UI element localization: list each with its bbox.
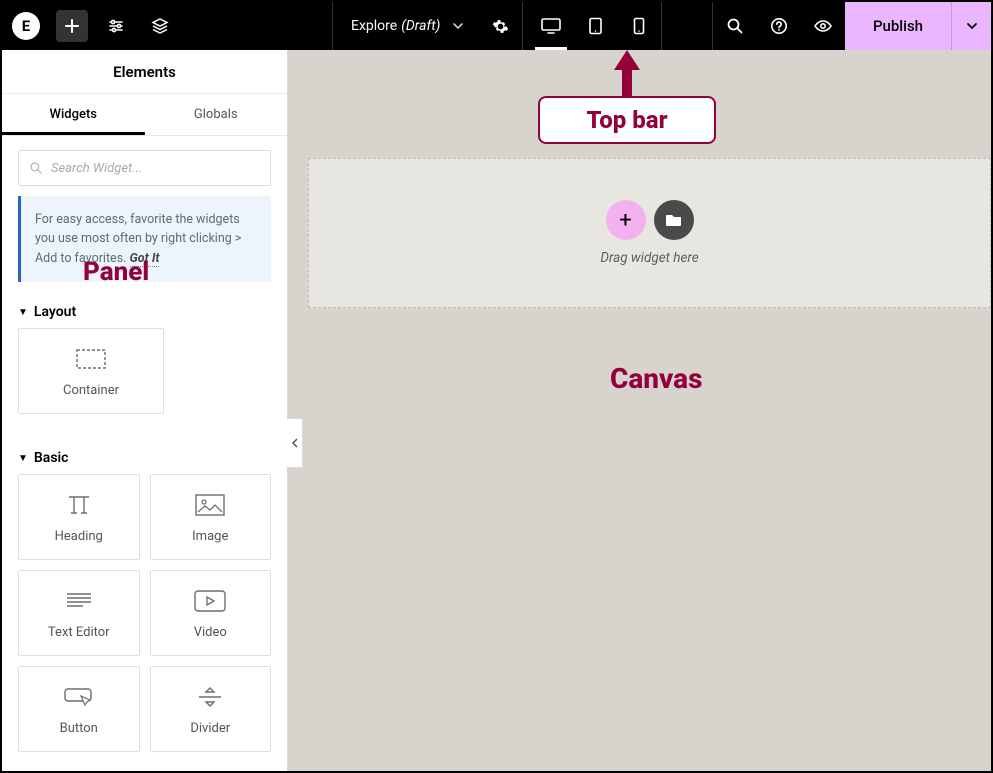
- device-tablet[interactable]: [573, 2, 617, 50]
- elementor-logo[interactable]: E: [2, 2, 50, 50]
- widget-video[interactable]: Video: [150, 570, 272, 656]
- mobile-icon: [633, 17, 645, 35]
- annotation-topbar: Top bar: [538, 50, 716, 144]
- eye-icon: [813, 17, 833, 35]
- search-widget-input[interactable]: [51, 161, 260, 176]
- button-icon: [63, 683, 95, 711]
- text-editor-icon: [65, 587, 93, 615]
- add-template-button[interactable]: [654, 200, 694, 240]
- caret-down-icon: ▼: [18, 453, 28, 464]
- widget-button-label: Button: [60, 721, 98, 736]
- widget-divider[interactable]: Divider: [150, 666, 272, 752]
- publish-button-label: Publish: [873, 17, 923, 35]
- video-icon: [194, 587, 226, 615]
- caret-down-icon: ▼: [18, 307, 28, 318]
- search-icon: [29, 161, 43, 175]
- tab-widgets[interactable]: Widgets: [2, 94, 145, 135]
- widget-image-label: Image: [192, 529, 228, 544]
- structure-button[interactable]: [138, 2, 182, 50]
- plus-icon: [64, 18, 80, 34]
- device-desktop[interactable]: [529, 2, 573, 50]
- section-basic-label: Basic: [34, 450, 69, 466]
- preview-button[interactable]: [801, 2, 845, 50]
- widget-text-editor[interactable]: Text Editor: [18, 570, 140, 656]
- side-panel: Elements Widgets Globals For easy access…: [2, 50, 288, 771]
- container-icon: [76, 345, 106, 373]
- top-bar: E Explore (Draft): [2, 2, 991, 50]
- elementor-logo-badge: E: [12, 12, 40, 40]
- chevron-down-icon: [452, 20, 464, 32]
- panel-collapse-handle[interactable]: [287, 418, 303, 468]
- tip-gotit-link[interactable]: Got It: [130, 251, 160, 267]
- widget-heading-label: Heading: [55, 529, 103, 544]
- panel-tabs: Widgets Globals: [2, 94, 287, 136]
- document-title-status: (Draft): [401, 18, 440, 34]
- divider-icon: [196, 683, 224, 711]
- widget-heading[interactable]: Heading: [18, 474, 140, 560]
- annotation-canvas: Canvas: [610, 362, 702, 395]
- plus-icon: +: [619, 208, 631, 233]
- drop-zone-hint: Drag widget here: [600, 250, 698, 266]
- folder-icon: [665, 212, 683, 228]
- tablet-icon: [588, 17, 603, 35]
- help-icon: [770, 17, 788, 35]
- device-mobile[interactable]: [617, 2, 661, 50]
- desktop-icon: [541, 17, 561, 35]
- page-settings-button[interactable]: [478, 2, 522, 50]
- editor-canvas[interactable]: + Drag widget here Top bar .anno-topbar{…: [288, 50, 991, 771]
- section-layout-toggle[interactable]: ▼ Layout: [2, 294, 287, 328]
- widget-text-editor-label: Text Editor: [48, 625, 110, 640]
- widget-image[interactable]: Image: [150, 474, 272, 560]
- sliders-icon: [107, 17, 125, 35]
- widget-divider-label: Divider: [190, 721, 230, 736]
- add-section-button[interactable]: +: [606, 200, 646, 240]
- search-icon: [726, 17, 744, 35]
- publish-button[interactable]: Publish: [845, 2, 951, 50]
- layers-icon: [151, 17, 169, 35]
- document-title-dropdown[interactable]: Explore (Draft): [333, 18, 478, 34]
- canvas-drop-zone[interactable]: + Drag widget here: [308, 158, 991, 308]
- widget-video-label: Video: [194, 625, 227, 640]
- gear-icon: [492, 18, 509, 35]
- chevron-left-icon: [291, 438, 299, 448]
- section-basic-toggle[interactable]: ▼ Basic: [2, 440, 287, 474]
- panel-title: Elements: [2, 50, 287, 94]
- site-settings-button[interactable]: [94, 2, 138, 50]
- section-layout-label: Layout: [34, 304, 76, 320]
- chevron-down-icon: [966, 20, 978, 32]
- add-element-button[interactable]: [56, 10, 88, 42]
- document-title-name: Explore: [351, 18, 397, 34]
- topbar-center-group: Explore (Draft): [332, 2, 662, 50]
- finder-button[interactable]: [713, 2, 757, 50]
- widget-container-label: Container: [63, 383, 119, 398]
- favorites-tip: For easy access, favorite the widgets yo…: [18, 196, 271, 282]
- topbar-right-group: Publish: [712, 2, 991, 50]
- image-icon: [195, 491, 225, 519]
- responsive-device-group: [529, 2, 661, 50]
- heading-icon: [65, 491, 93, 519]
- search-widget-box[interactable]: [18, 150, 271, 186]
- topbar-left-group: E: [2, 2, 182, 50]
- tab-globals[interactable]: Globals: [145, 94, 288, 135]
- widget-container[interactable]: Container: [18, 328, 164, 414]
- widget-button[interactable]: Button: [18, 666, 140, 752]
- help-button[interactable]: [757, 2, 801, 50]
- publish-options-button[interactable]: [951, 2, 991, 50]
